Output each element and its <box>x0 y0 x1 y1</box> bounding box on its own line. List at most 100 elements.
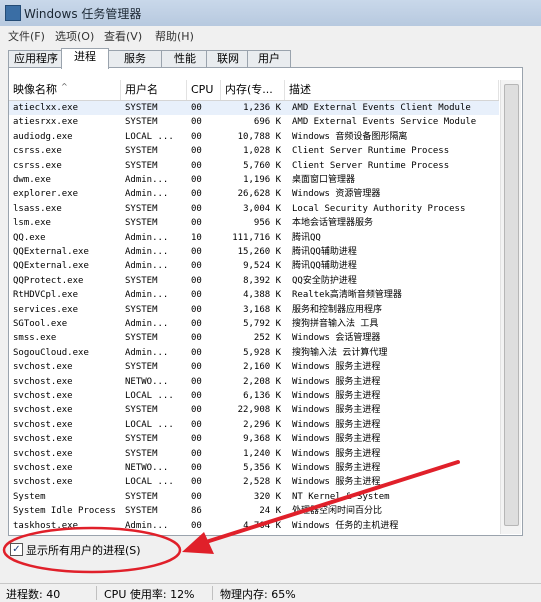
cell-name: svchost.exe <box>13 448 73 459</box>
cell-user: SYSTEM <box>125 405 158 416</box>
table-row[interactable]: services.exe SYSTEM 00 3,168 K 服务和控制器应用程序 <box>9 303 499 317</box>
cell-desc: NT Kernel & System <box>292 491 390 502</box>
table-row[interactable]: svchost.exe SYSTEM 00 1,240 K Windows 服务主进程 <box>9 447 499 461</box>
cell-mem: 956 K <box>253 218 281 229</box>
cell-name: atiesrxx.exe <box>13 117 79 128</box>
cell-desc: Windows 服务主进程 <box>292 362 381 373</box>
cell-user: SYSTEM <box>125 434 158 445</box>
cell-user: SYSTEM <box>125 275 158 286</box>
scrollbar-thumb[interactable] <box>504 84 519 526</box>
cell-user: SYSTEM <box>125 448 158 459</box>
vertical-scrollbar[interactable] <box>500 80 521 534</box>
cell-desc: 腾讯QQ辅助进程 <box>292 247 357 257</box>
table-row[interactable]: System Idle Process SYSTEM 86 24 K 处理器空闲时间百分… <box>9 504 499 518</box>
table-row[interactable]: explorer.exe Admin... 00 26,628 K Windows 资源… <box>9 187 499 201</box>
table-row[interactable]: svchost.exe SYSTEM 00 9,368 K Windows 服务主进程 <box>9 432 499 446</box>
column-header-description[interactable]: 描述 <box>285 80 499 100</box>
cell-desc: Realtek高清晰音频管理器 <box>292 290 402 301</box>
menu-options[interactable]: 选项(O) <box>55 28 94 44</box>
tab-performance[interactable]: 性能 <box>161 50 209 67</box>
title-bar: Windows 任务管理器 <box>0 0 541 26</box>
table-row[interactable]: SogouCloud.exe Admin... 00 5,928 K 搜狗输入法 云计算… <box>9 346 499 360</box>
table-row[interactable]: taskhost.exe Admin... 00 4,704 K Windows 任务的… <box>9 519 499 533</box>
show-all-users-checkbox[interactable]: ✓ <box>10 543 23 556</box>
cell-name: csrss.exe <box>13 160 62 171</box>
table-row[interactable]: csrss.exe SYSTEM 00 1,028 K Client Server Ru… <box>9 144 499 158</box>
cell-desc: Windows 服务主进程 <box>292 434 381 445</box>
cell-name: atieclxx.exe <box>13 103 79 113</box>
cell-user: SYSTEM <box>125 491 158 502</box>
tab-processes[interactable]: 进程 <box>61 48 109 69</box>
cell-cpu: 00 <box>191 362 202 373</box>
show-all-users-label[interactable]: 显示所有用户的进程(S) <box>26 542 141 558</box>
column-header-memory[interactable]: 内存(专... <box>221 80 285 100</box>
table-row[interactable]: QQExternal.exe Admin... 00 9,524 K 腾讯QQ辅助进程 <box>9 259 499 273</box>
cell-user: LOCAL ... <box>125 391 174 401</box>
cell-user: SYSTEM <box>125 117 158 128</box>
cell-user: Admin... <box>125 520 169 531</box>
table-row[interactable]: dwm.exe Admin... 00 1,196 K 桌面窗口管理器 <box>9 173 499 187</box>
cell-cpu: 00 <box>191 434 202 445</box>
table-row[interactable]: SGTool.exe Admin... 00 5,792 K 搜狗拼音输入法 工具 <box>9 317 499 331</box>
cell-name: SogouCloud.exe <box>13 347 89 358</box>
cell-desc: Windows 服务主进程 <box>292 405 381 416</box>
menu-file[interactable]: 文件(F) <box>8 28 45 44</box>
cell-cpu: 10 <box>191 232 202 243</box>
tab-users[interactable]: 用户 <box>247 50 291 67</box>
cell-mem: 6,136 K <box>243 391 281 401</box>
table-row[interactable]: svchost.exe LOCAL ... 00 6,136 K Windows 服务主… <box>9 389 499 403</box>
sort-ascending-icon: ^ <box>61 82 68 91</box>
cell-user: SYSTEM <box>125 203 158 214</box>
cell-mem: 2,296 K <box>243 419 281 430</box>
table-row[interactable]: svchost.exe LOCAL ... 00 2,528 K Windows 服务主… <box>9 475 499 489</box>
table-row[interactable]: lsm.exe SYSTEM 00 956 K 本地会话管理器服务 <box>9 216 499 230</box>
tab-services[interactable]: 服务 <box>106 50 164 67</box>
cell-name: audiodg.exe <box>13 131 73 142</box>
table-row[interactable]: csrss.exe SYSTEM 00 5,760 K Client Server Ru… <box>9 159 499 173</box>
cell-desc: Windows 任务的主机进程 <box>292 520 399 531</box>
table-row[interactable]: audiodg.exe LOCAL ... 00 10,788 K Windows 音频… <box>9 130 499 144</box>
process-list[interactable]: ^ 映像名称 用户名 CPU 内存(专... 描述 atieclxx.exe SY… <box>8 67 523 536</box>
cell-desc: 处理器空闲时间百分比 <box>292 506 383 517</box>
cell-cpu: 00 <box>191 203 202 214</box>
cell-mem: 5,356 K <box>243 463 281 473</box>
column-header-user[interactable]: 用户名 <box>121 80 187 100</box>
column-header-cpu[interactable]: CPU <box>187 80 221 100</box>
table-row[interactable]: QQProtect.exe SYSTEM 00 8,392 K QQ安全防护进程 <box>9 274 499 288</box>
menu-help[interactable]: 帮助(H) <box>155 28 194 44</box>
table-row[interactable]: QQ.exe Admin... 10 111,716 K 腾讯QQ <box>9 231 499 245</box>
menu-view[interactable]: 查看(V) <box>104 28 142 44</box>
table-row[interactable]: svchost.exe LOCAL ... 00 2,296 K Windows 服务主… <box>9 418 499 432</box>
cell-name: SGTool.exe <box>13 319 68 329</box>
cell-name: RtHDVCpl.exe <box>13 290 79 301</box>
table-row[interactable]: svchost.exe NETWO... 00 2,208 K Windows 服务主进… <box>9 375 499 389</box>
cell-user: NETWO... <box>125 463 169 473</box>
cell-desc: Windows 服务主进程 <box>292 376 381 387</box>
table-row[interactable]: System SYSTEM 00 320 K NT Kernel & System <box>9 490 499 504</box>
cell-desc: Local Security Authority Process <box>292 203 466 214</box>
cell-user: LOCAL ... <box>125 477 174 488</box>
menu-bar: 文件(F) 选项(O) 查看(V) 帮助(H) <box>0 26 541 46</box>
tab-applications[interactable]: 应用程序 <box>8 50 64 67</box>
cell-desc: 腾讯QQ <box>292 232 321 243</box>
cell-cpu: 00 <box>191 275 202 286</box>
table-row[interactable]: svchost.exe SYSTEM 00 22,908 K Windows 服务主进程 <box>9 403 499 417</box>
table-row[interactable]: atiesrxx.exe SYSTEM 00 696 K AMD External Ev… <box>9 115 499 129</box>
tab-networking[interactable]: 联网 <box>206 50 250 67</box>
table-row[interactable]: svchost.exe SYSTEM 00 2,160 K Windows 服务主进程 <box>9 360 499 374</box>
table-row[interactable]: smss.exe SYSTEM 00 252 K Windows 会话管理器 <box>9 331 499 345</box>
table-row[interactable]: lsass.exe SYSTEM 00 3,004 K Local Security A… <box>9 202 499 216</box>
column-header-name[interactable]: ^ 映像名称 <box>9 80 121 100</box>
cell-mem: 5,792 K <box>243 319 281 329</box>
cell-user: LOCAL ... <box>125 419 174 430</box>
cell-cpu: 00 <box>191 491 202 502</box>
table-row[interactable]: QQExternal.exe Admin... 00 15,260 K 腾讯QQ辅助进程 <box>9 245 499 259</box>
cell-name: QQ.exe <box>13 232 46 243</box>
cell-desc: Windows 音频设备图形隔离 <box>292 131 408 142</box>
table-row[interactable]: RtHDVCpl.exe Admin... 00 4,388 K Realtek高清晰音… <box>9 288 499 302</box>
cell-desc: AMD External Events Service Module <box>292 117 477 128</box>
cell-mem: 3,004 K <box>243 203 281 214</box>
cell-desc: Windows 服务主进程 <box>292 448 381 459</box>
table-row[interactable]: svchost.exe NETWO... 00 5,356 K Windows 服务主进… <box>9 461 499 475</box>
table-row[interactable]: atieclxx.exe SYSTEM 00 1,236 K AMD External … <box>9 101 499 115</box>
